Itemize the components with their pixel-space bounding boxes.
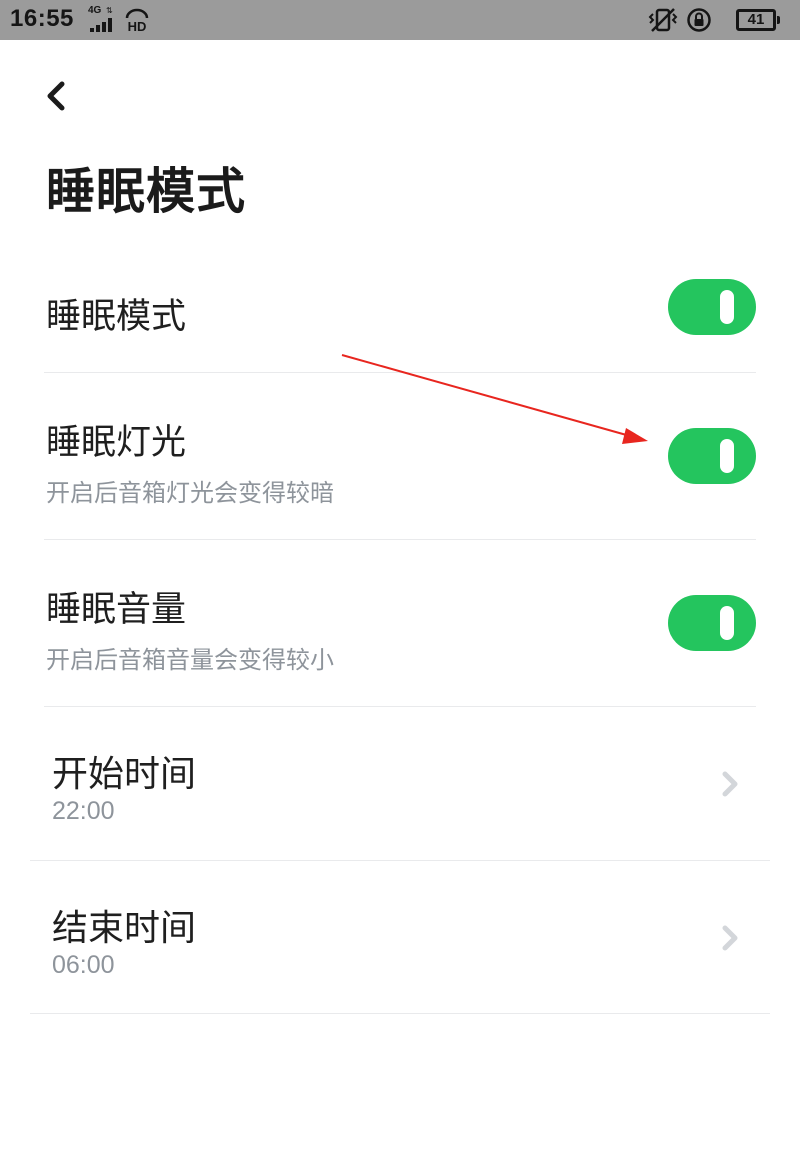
sleep-mode-toggle[interactable] — [668, 279, 756, 335]
battery-icon: 41 — [736, 9, 780, 31]
status-time: 16:55 — [10, 5, 74, 32]
start-time-value: 22:00 — [52, 797, 115, 825]
toggle-knob — [720, 439, 734, 473]
start-time-label: 开始时间 — [52, 754, 197, 795]
setting-row-sleep-mode: 睡眠模式 — [44, 268, 756, 374]
setting-label: 睡眠模式 — [46, 297, 187, 337]
setting-row-sleep-volume: 睡眠音量 开启后音箱音量会变得较小 — [44, 541, 756, 707]
setting-row-sleep-light: 睡眠灯光 开启后音箱灯光会变得较暗 — [44, 374, 756, 540]
toggle-knob — [720, 290, 734, 324]
page-title: 睡眠模式 — [46, 163, 247, 220]
back-arrow-icon — [47, 81, 65, 111]
chevron-right-icon — [722, 771, 738, 797]
divider — [44, 372, 756, 373]
end-time-label: 结束时间 — [52, 908, 197, 949]
network-type: 4G — [88, 5, 102, 16]
setting-description: 开启后音箱音量会变得较小 — [46, 646, 334, 674]
vibrate-icon — [648, 8, 678, 32]
end-time-row[interactable]: 结束时间 06:00 — [30, 861, 770, 1014]
status-bar: 16:55 4G ⇅ HD 41 — [0, 0, 800, 40]
sleep-volume-toggle[interactable] — [668, 595, 756, 651]
rotation-lock-icon — [687, 8, 711, 32]
end-time-value: 06:00 — [52, 951, 115, 979]
sleep-light-toggle[interactable] — [668, 428, 756, 484]
hd-label: HD — [128, 19, 147, 32]
signal-icon: 4G ⇅ — [88, 5, 128, 32]
hd-icon: HD — [124, 8, 150, 34]
toggle-knob — [720, 606, 734, 640]
divider — [44, 539, 756, 540]
status-icons: 41 — [648, 7, 788, 33]
start-time-row[interactable]: 开始时间 22:00 — [30, 707, 770, 860]
setting-label: 睡眠音量 — [46, 590, 187, 630]
divider — [30, 1013, 770, 1014]
setting-label: 睡眠灯光 — [46, 423, 187, 463]
setting-description: 开启后音箱灯光会变得较暗 — [46, 479, 334, 507]
back-button[interactable] — [34, 72, 78, 120]
chevron-right-icon — [722, 925, 738, 951]
